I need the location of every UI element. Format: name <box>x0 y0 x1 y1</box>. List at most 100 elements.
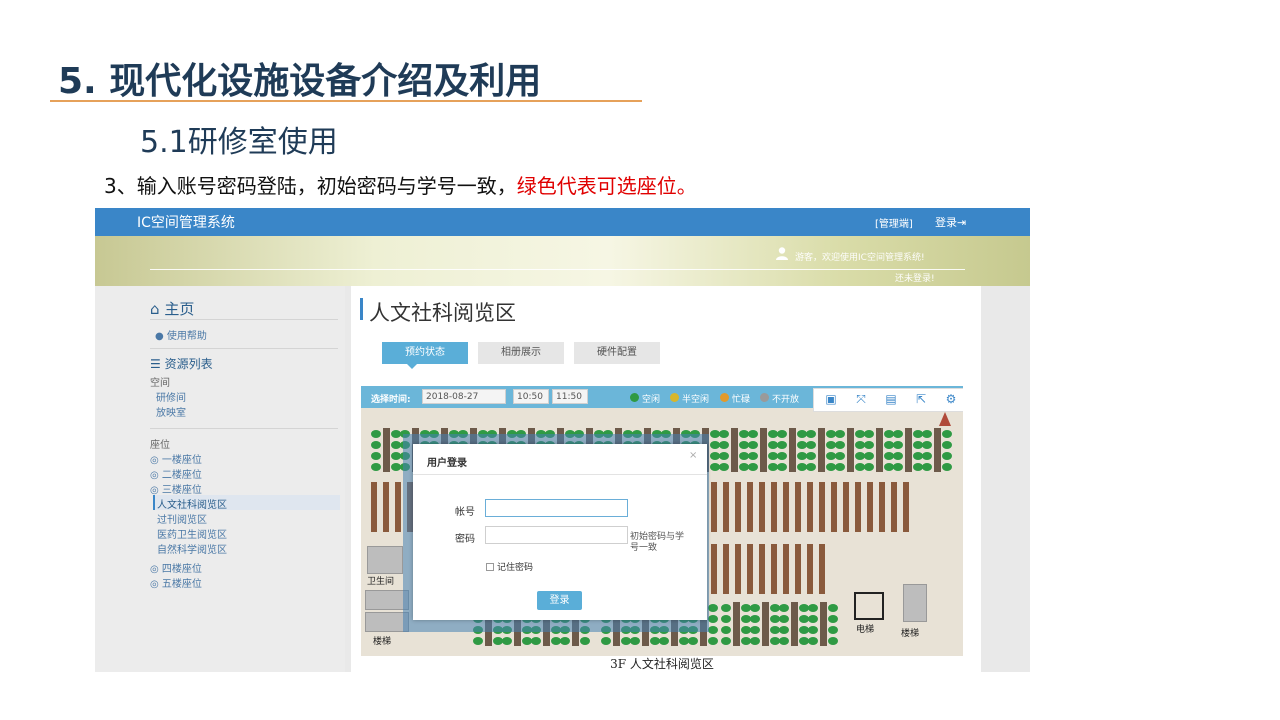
seat-available[interactable] <box>779 626 789 634</box>
seat-available[interactable] <box>828 604 838 612</box>
seat-available[interactable] <box>748 430 758 438</box>
seat-available[interactable] <box>806 430 816 438</box>
seat-available[interactable] <box>708 637 718 645</box>
seat-available[interactable] <box>748 452 758 460</box>
sidebar-home[interactable]: ⌂ 主页 <box>150 298 194 319</box>
sidebar-item-study-room[interactable]: 研修间 <box>156 389 186 404</box>
close-icon[interactable]: × <box>689 450 697 461</box>
seat-available[interactable] <box>942 430 952 438</box>
sidebar-floor4[interactable]: ◎ 四楼座位 <box>150 560 202 575</box>
seat-available[interactable] <box>371 430 381 438</box>
start-time-input[interactable]: 10:50 <box>513 389 549 404</box>
seat-available[interactable] <box>748 441 758 449</box>
tab-reservation-status[interactable]: 预约状态 <box>382 342 468 364</box>
seat-available[interactable] <box>835 430 845 438</box>
seat-available[interactable] <box>806 452 816 460</box>
seat-available[interactable] <box>688 637 698 645</box>
seat-available[interactable] <box>922 441 932 449</box>
login-link[interactable]: 登录⇥ <box>935 214 966 230</box>
end-time-input[interactable]: 11:50 <box>552 389 588 404</box>
seat-available[interactable] <box>828 626 838 634</box>
seat-available[interactable] <box>893 441 903 449</box>
seat-available[interactable] <box>601 637 611 645</box>
seat-available[interactable] <box>893 463 903 471</box>
seat-available[interactable] <box>473 637 483 645</box>
seat-available[interactable] <box>721 615 731 623</box>
save-icon[interactable]: ▤ <box>884 392 898 406</box>
seat-available[interactable] <box>659 637 669 645</box>
tab-hardware[interactable]: 硬件配置 <box>574 342 660 364</box>
seat-available[interactable] <box>371 441 381 449</box>
seat-available[interactable] <box>922 430 932 438</box>
seat-available[interactable] <box>777 441 787 449</box>
seat-available[interactable] <box>779 604 789 612</box>
seat-available[interactable] <box>922 452 932 460</box>
seat-available[interactable] <box>864 452 874 460</box>
remember-checkbox[interactable] <box>486 563 494 571</box>
seat-available[interactable] <box>835 441 845 449</box>
seat-available[interactable] <box>748 463 758 471</box>
seat-available[interactable] <box>719 463 729 471</box>
seat-available[interactable] <box>580 637 590 645</box>
seat-available[interactable] <box>777 430 787 438</box>
seat-available[interactable] <box>808 637 818 645</box>
seat-available[interactable] <box>893 430 903 438</box>
seat-available[interactable] <box>708 615 718 623</box>
account-input[interactable] <box>485 499 628 517</box>
seat-available[interactable] <box>502 637 512 645</box>
seat-available[interactable] <box>719 441 729 449</box>
seat-available[interactable] <box>808 626 818 634</box>
seat-available[interactable] <box>864 463 874 471</box>
seat-available[interactable] <box>922 463 932 471</box>
admin-link[interactable]: [管理端] <box>875 215 913 230</box>
sidebar-floor1[interactable]: ◎ 一楼座位 <box>150 451 202 466</box>
seat-available[interactable] <box>630 637 640 645</box>
seat-available[interactable] <box>806 441 816 449</box>
seat-available[interactable] <box>942 463 952 471</box>
seat-available[interactable] <box>721 626 731 634</box>
seat-available[interactable] <box>721 637 731 645</box>
fit-view-icon[interactable]: ▣ <box>824 392 838 406</box>
sidebar-resource-list[interactable]: ☰ 资源列表 <box>150 355 213 372</box>
seat-available[interactable] <box>942 452 952 460</box>
sidebar-floor3[interactable]: ◎ 三楼座位 <box>150 481 202 496</box>
seat-available[interactable] <box>835 452 845 460</box>
tab-photo-album[interactable]: 相册展示 <box>478 342 564 364</box>
sidebar-item-periodicals[interactable]: 过刊阅览区 <box>157 511 207 526</box>
fullscreen-icon[interactable]: ⤧ <box>854 392 868 406</box>
password-input[interactable] <box>485 526 628 544</box>
seat-available[interactable] <box>719 430 729 438</box>
sidebar-item-science[interactable]: 自然科学阅览区 <box>157 541 227 556</box>
settings-icon[interactable]: ⚙ <box>944 392 958 406</box>
seat-available[interactable] <box>779 615 789 623</box>
seat-available[interactable] <box>779 637 789 645</box>
seat-available[interactable] <box>828 637 838 645</box>
export-icon[interactable]: ⇱ <box>914 392 928 406</box>
seat-available[interactable] <box>371 463 381 471</box>
date-input[interactable]: 2018-08-27 <box>422 389 506 404</box>
sidebar-item-humanities[interactable]: 人文社科阅览区 <box>157 496 227 511</box>
sidebar-item-medical[interactable]: 医药卫生阅览区 <box>157 526 227 541</box>
seat-available[interactable] <box>864 441 874 449</box>
seat-available[interactable] <box>777 463 787 471</box>
seat-available[interactable] <box>893 452 903 460</box>
seat-available[interactable] <box>808 604 818 612</box>
seat-available[interactable] <box>371 452 381 460</box>
seat-available[interactable] <box>750 637 760 645</box>
seat-available[interactable] <box>750 604 760 612</box>
seat-available[interactable] <box>719 452 729 460</box>
seat-available[interactable] <box>864 430 874 438</box>
seat-available[interactable] <box>806 463 816 471</box>
sidebar-floor5[interactable]: ◎ 五楼座位 <box>150 575 202 590</box>
seat-available[interactable] <box>560 637 570 645</box>
seat-available[interactable] <box>721 604 731 612</box>
sidebar-help[interactable]: ● 使用帮助 <box>155 327 207 342</box>
seat-available[interactable] <box>942 441 952 449</box>
seat-available[interactable] <box>828 615 838 623</box>
sidebar-floor2[interactable]: ◎ 二楼座位 <box>150 466 202 481</box>
seat-available[interactable] <box>750 615 760 623</box>
seat-available[interactable] <box>750 626 760 634</box>
sidebar-item-screening-room[interactable]: 放映室 <box>156 404 186 419</box>
seat-available[interactable] <box>531 637 541 645</box>
seat-available[interactable] <box>808 615 818 623</box>
